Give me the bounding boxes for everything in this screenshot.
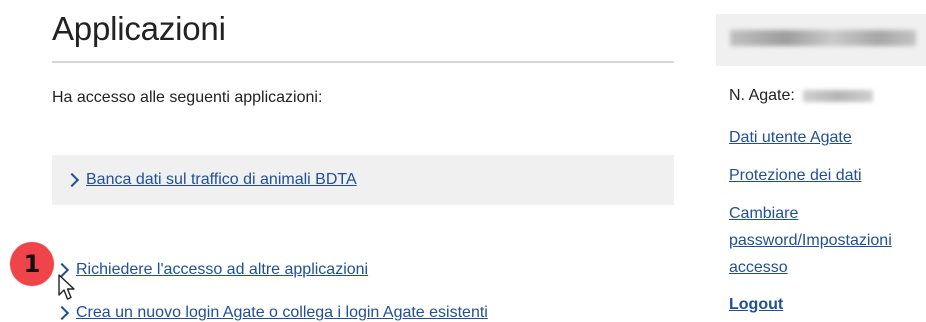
step-number-badge: 1 <box>10 242 54 286</box>
intro-text: Ha accesso alle seguenti applicazioni: <box>52 89 323 106</box>
create-login-label: Crea un nuovo login Agate o collega i lo… <box>76 304 488 321</box>
create-login-link[interactable]: Crea un nuovo login Agate o collega i lo… <box>54 304 488 322</box>
agate-number-row: N. Agate: <box>729 87 873 105</box>
request-access-link[interactable]: Richiedere l'accesso ad altre applicazio… <box>54 261 369 279</box>
chevron-right-icon <box>64 172 80 188</box>
sidebar-link-data-protection[interactable]: Protezione dei dati <box>729 162 862 189</box>
agate-number-label: N. Agate: <box>729 87 795 104</box>
redacted-agate-number <box>802 90 873 102</box>
sidebar-link-password-settings[interactable]: Cambiare password/Impostazioni accesso <box>729 200 925 281</box>
page-title: Applicazioni <box>52 10 226 47</box>
mouse-cursor-icon <box>58 274 75 300</box>
title-divider <box>52 61 674 63</box>
redacted-user-name <box>730 30 916 46</box>
application-link-bdta[interactable]: Banca dati sul traffico di animali BDTA <box>64 171 357 189</box>
page: Applicazioni Ha accesso alle seguenti ap… <box>0 0 926 322</box>
chevron-right-icon <box>54 305 70 321</box>
logout-link[interactable]: Logout <box>729 296 783 314</box>
request-access-label: Richiedere l'accesso ad altre applicazio… <box>76 261 369 278</box>
application-label: Banca dati sul traffico di animali BDTA <box>86 171 357 188</box>
sidebar-link-user-data[interactable]: Dati utente Agate <box>729 124 852 151</box>
